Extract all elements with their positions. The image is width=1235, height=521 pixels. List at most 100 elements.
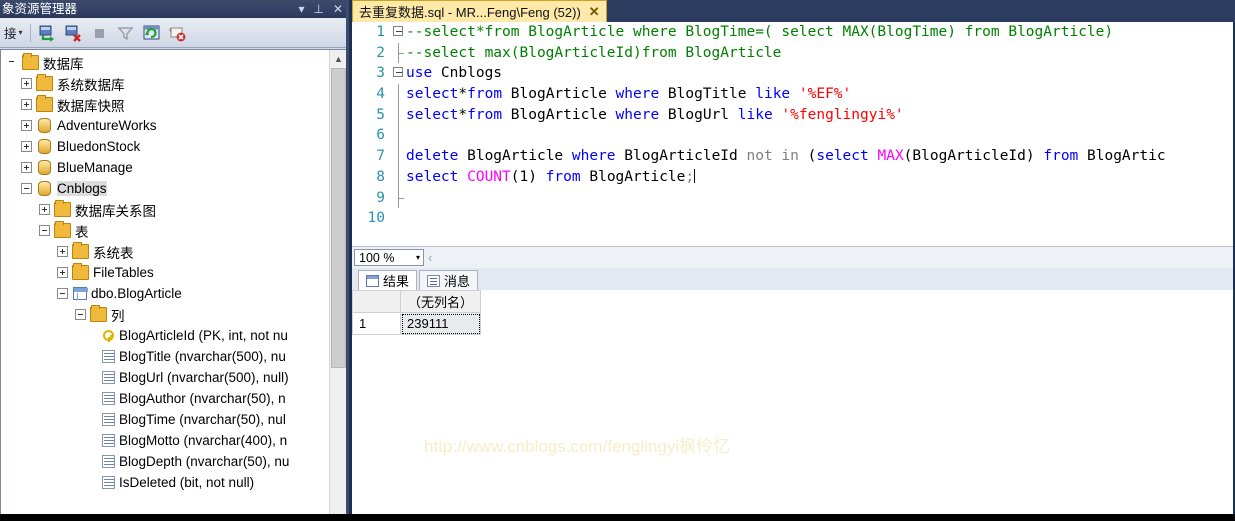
tree-node-system-tables[interactable]: 系统表	[1, 241, 329, 262]
grid-corner-cell[interactable]	[352, 290, 401, 313]
outline-guide	[392, 187, 406, 209]
tree-node-dbo-blogarticle[interactable]: dbo.BlogArticle	[1, 283, 329, 304]
folder-icon	[36, 95, 53, 112]
sql-keyword: not in	[746, 148, 799, 165]
tree-node-filetables[interactable]: FileTables	[1, 262, 329, 283]
grid-cell[interactable]: 239111	[400, 312, 481, 335]
tree-node-column-blogarticleid[interactable]: BlogArticleId (PK, int, not nu	[1, 325, 329, 346]
tree-node-columns[interactable]: 列	[1, 304, 329, 325]
tree-node-label: 数据库快照	[57, 98, 125, 114]
tree-node-adventureworks[interactable]: AdventureWorks	[1, 115, 329, 136]
outline-guide	[392, 146, 406, 167]
expander-plus-icon[interactable]	[21, 99, 32, 110]
sql-identifier: BlogUrl	[659, 106, 738, 123]
tree-node-database-diagrams[interactable]: 数据库关系图	[1, 199, 329, 220]
zoom-level-dropdown[interactable]: 100 % ▾	[354, 249, 424, 266]
tree-node-bluemanage[interactable]: BlueManage	[1, 157, 329, 178]
scrollbar-thumb[interactable]	[331, 68, 346, 368]
code-text: --select max(BlogArticleId)from BlogArti…	[406, 44, 782, 61]
expander-plus-icon[interactable]	[21, 78, 32, 89]
tree-node-system-databases[interactable]: 系统数据库	[1, 73, 329, 94]
expander-plus-icon[interactable]	[39, 204, 50, 215]
grid-column-header[interactable]: （无列名）	[400, 290, 481, 313]
line-number: 9	[376, 189, 385, 206]
code-line-6: 6	[352, 125, 1233, 147]
line-number: 1	[376, 24, 385, 40]
sql-text-editor[interactable]: 1 --select*from BlogArticle where BlogTi…	[352, 22, 1233, 246]
scroll-up-icon[interactable]: ▲	[330, 50, 346, 67]
tree-node-column-blogtitle[interactable]: BlogTitle (nvarchar(500), nu	[1, 346, 329, 367]
code-line-4: 4 select*from BlogArticle where BlogTitl…	[352, 84, 1233, 105]
sql-function: COUNT	[458, 168, 511, 185]
line-number: 3	[376, 65, 385, 82]
table-row[interactable]: 1 239111	[352, 312, 481, 335]
tab-results[interactable]: 结果	[358, 270, 418, 290]
connect-object-explorer-button[interactable]	[36, 22, 58, 44]
disconnect-object-explorer-button[interactable]	[62, 22, 84, 44]
object-explorer-tree[interactable]: 数据库 系统数据库 数据库快照 AdventureWorks BluedonSt…	[0, 49, 346, 517]
outline-marker[interactable]	[392, 63, 406, 84]
column-icon	[102, 476, 115, 489]
sql-identifier: BlogTitle	[659, 86, 756, 103]
tree-node-column-blogtime[interactable]: BlogTime (nvarchar(50), nul	[1, 409, 329, 430]
expander-none-icon	[7, 57, 18, 68]
stop-button[interactable]	[88, 22, 110, 44]
code-line-10: 10	[352, 208, 1233, 229]
outline-guide	[392, 104, 406, 126]
expander-plus-icon[interactable]	[21, 162, 32, 173]
tree-node-column-blogdepth[interactable]: BlogDepth (nvarchar(50), nu	[1, 451, 329, 472]
window-bottom-edge	[0, 514, 1235, 521]
filter-button[interactable]	[114, 22, 136, 44]
outline-marker[interactable]	[392, 22, 406, 43]
expander-minus-icon[interactable]	[57, 288, 68, 299]
tree-node-column-blogmotto[interactable]: BlogMotto (nvarchar(400), n	[1, 430, 329, 451]
results-pane[interactable]: （无列名） 1 239111 http://www.cnblogs.com/fe…	[352, 290, 1233, 517]
tree-node-label: BlogMotto (nvarchar(400), n	[119, 433, 288, 448]
splitter-arrow-icon[interactable]: ‹	[428, 250, 432, 265]
tree-node-tables[interactable]: 表	[1, 220, 329, 241]
script-error-button[interactable]	[166, 22, 188, 44]
expander-minus-icon[interactable]	[39, 225, 50, 236]
dropdown-icon[interactable]: ▾	[298, 0, 304, 18]
refresh-button[interactable]	[140, 22, 162, 44]
tree-node-column-blogurl[interactable]: BlogUrl (nvarchar(500), null)	[1, 367, 329, 388]
tree-node-label: 系统数据库	[57, 77, 125, 93]
tree-vertical-scrollbar[interactable]: ▲	[329, 50, 346, 516]
document-area: 去重复数据.sql - MR...Feng\Feng (52)) ✕ 1 --s…	[352, 0, 1235, 521]
column-icon	[102, 371, 115, 384]
column-icon	[102, 455, 115, 468]
expander-plus-icon[interactable]	[21, 120, 32, 131]
tab-messages[interactable]: 消息	[419, 270, 479, 290]
sql-punct: (	[798, 148, 817, 165]
tree-node-label: BlogAuthor (nvarchar(50), n	[119, 391, 286, 406]
expander-plus-icon[interactable]	[21, 141, 32, 152]
tree-node-column-isdeleted[interactable]: IsDeleted (bit, not null)	[1, 472, 329, 493]
expander-plus-icon[interactable]	[57, 246, 68, 257]
database-icon	[38, 118, 51, 133]
pin-icon[interactable]: ⊥	[313, 0, 323, 18]
tree-node-label: AdventureWorks	[57, 118, 157, 133]
close-icon[interactable]: ✕	[589, 4, 600, 20]
tree-node-bluedonstock[interactable]: BluedonStock	[1, 136, 329, 157]
tree-node-database-snapshots[interactable]: 数据库快照	[1, 94, 329, 115]
connect-menu-button[interactable]: 接 ▾	[2, 23, 25, 42]
editor-tab-sql-file[interactable]: 去重复数据.sql - MR...Feng\Feng (52)) ✕	[352, 0, 607, 22]
grid-row-number[interactable]: 1	[352, 312, 401, 335]
tree-node-databases[interactable]: 数据库	[1, 52, 329, 73]
expander-minus-icon[interactable]	[21, 183, 32, 194]
tree-node-cnblogs[interactable]: Cnblogs	[1, 178, 329, 199]
message-icon	[427, 274, 441, 287]
close-icon[interactable]: ✕	[333, 0, 343, 18]
expander-plus-icon[interactable]	[57, 267, 68, 278]
line-number: 2	[376, 44, 385, 61]
sql-function: MAX	[868, 148, 904, 165]
expander-minus-icon[interactable]	[75, 309, 86, 320]
tree-node-column-blogauthor[interactable]: BlogAuthor (nvarchar(50), n	[1, 388, 329, 409]
code-text: --select*from BlogArticle where BlogTime…	[406, 24, 1114, 40]
results-grid[interactable]: （无列名） 1 239111	[352, 290, 481, 335]
panel-title: 象资源管理器	[2, 2, 78, 16]
tree-node-label: BluedonStock	[57, 139, 141, 154]
sql-string: '%EF%'	[790, 86, 852, 103]
